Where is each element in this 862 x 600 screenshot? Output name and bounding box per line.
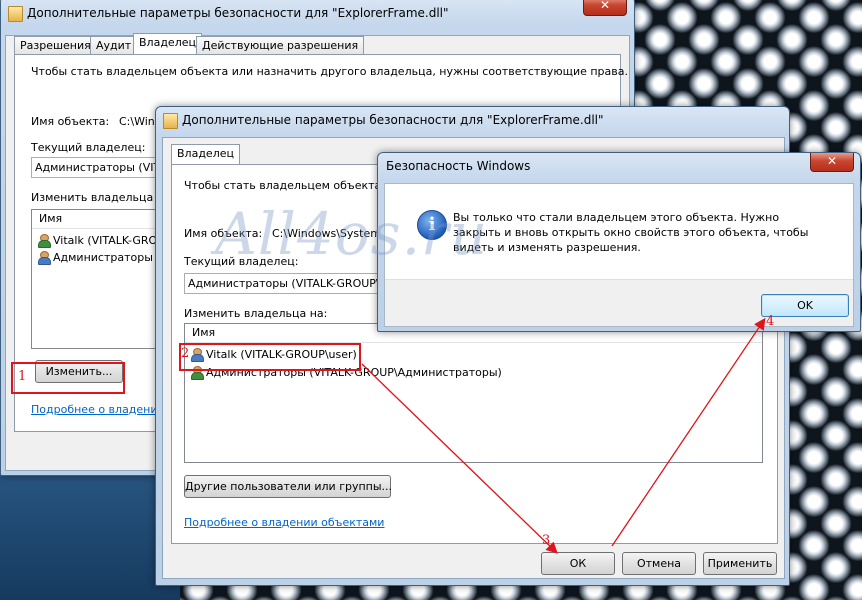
arrow-to-dialog-ok (611, 317, 766, 547)
arrow-to-ok (361, 363, 558, 554)
annotation-arrows (361, 317, 766, 554)
